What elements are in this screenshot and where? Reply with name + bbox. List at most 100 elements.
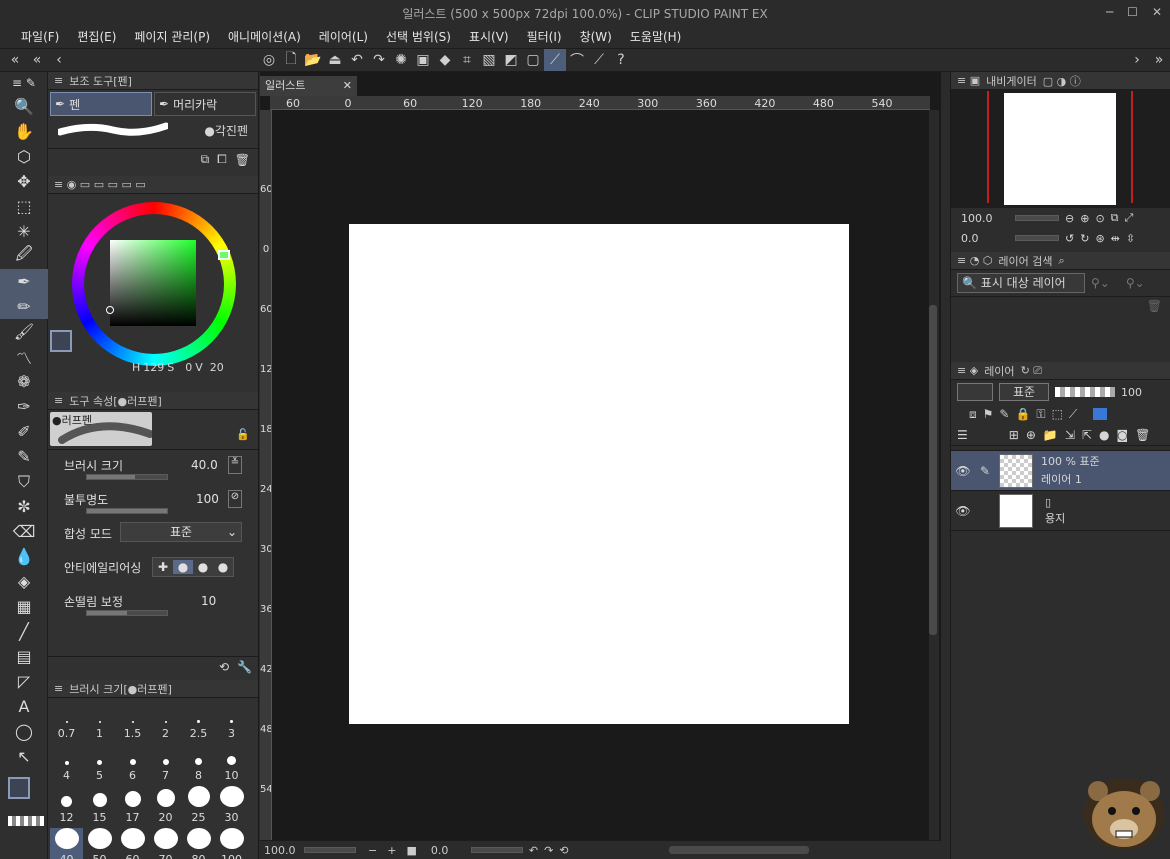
transform-icon[interactable]: ⌗ xyxy=(456,49,478,71)
sparkle-icon[interactable]: ✼ xyxy=(0,494,48,519)
marker-icon[interactable]: ✐ xyxy=(0,419,48,444)
sub-tool-tab-hair[interactable]: ✒ 머리카락 xyxy=(154,92,256,116)
horizontal-scrollbar[interactable] xyxy=(668,846,809,854)
menu-animation[interactable]: 애니메이션(A) xyxy=(219,26,310,48)
layer-opacity-slider[interactable] xyxy=(1055,387,1115,397)
collapse-right-icon[interactable]: » xyxy=(1148,49,1170,71)
edit-pen-icon[interactable]: ✎ xyxy=(975,464,995,478)
layer-palette-icon[interactable]: ☰ xyxy=(957,428,968,442)
chevron-left-icon[interactable]: ‹ xyxy=(48,49,70,71)
navigator-angle-slider[interactable] xyxy=(1015,235,1059,241)
undo-icon[interactable]: ↶ xyxy=(346,49,368,71)
drawing-canvas[interactable] xyxy=(349,224,849,724)
brush-size-cell[interactable]: 50 xyxy=(83,828,116,859)
brush-size-cell[interactable]: 7 xyxy=(149,744,182,784)
new-vector-layer-icon[interactable]: ⊕ xyxy=(1026,428,1036,442)
menu-help[interactable]: 도움말(H) xyxy=(621,26,691,48)
decoration-icon[interactable]: ❁ xyxy=(0,369,48,394)
balloon-icon[interactable]: ◯ xyxy=(0,719,48,744)
duplicate-icon[interactable]: ⧉ xyxy=(201,152,210,167)
wrench-icon[interactable]: 🔧 xyxy=(237,660,252,674)
open-file-icon[interactable]: 📂 xyxy=(302,49,324,71)
aa-weak-icon[interactable]: ● xyxy=(173,560,193,574)
snap-grid-icon[interactable]: ⟋ xyxy=(588,49,610,71)
copy-icon[interactable]: ⧠ xyxy=(217,152,227,167)
brush-size-cell[interactable]: 0.7 xyxy=(50,702,83,742)
main-color-chip[interactable] xyxy=(50,330,72,352)
fit-page-icon[interactable]: ⧉ xyxy=(1111,211,1119,225)
menu-page[interactable]: 페이지 관리(P) xyxy=(125,26,219,48)
angle-value[interactable]: 0.0 xyxy=(431,844,471,857)
aa-strong-icon[interactable]: ● xyxy=(213,560,233,574)
eraser-icon[interactable]: ⌫ xyxy=(0,519,48,544)
fill-bucket-icon[interactable]: ◈ xyxy=(0,569,48,594)
stabilization-value[interactable]: 10 xyxy=(201,594,216,608)
color-marker[interactable] xyxy=(106,306,114,314)
reference-icon[interactable]: ⚑ xyxy=(983,407,994,421)
transparent-color-swatch[interactable] xyxy=(8,816,44,826)
brush-size-cell[interactable]: 4 xyxy=(50,744,83,784)
layer-search-tab[interactable]: 레이어 검색 xyxy=(998,253,1052,269)
reset-rotation-icon[interactable]: ⟲ xyxy=(559,844,568,857)
close-tab-icon[interactable]: ✕ xyxy=(343,76,352,96)
frame-icon[interactable]: ▤ xyxy=(0,644,48,669)
rotate-left-icon[interactable]: ↺ xyxy=(1065,232,1074,245)
collapse-left-icon-2[interactable]: « xyxy=(26,49,48,71)
layer-row-selected[interactable]: 👁 ✎ 100 % 표준 레이어 1 xyxy=(951,451,1170,491)
pencil-icon[interactable]: ✏ xyxy=(0,294,48,319)
transfer-icon[interactable]: ⇲ xyxy=(1065,428,1075,442)
brush-size-cell[interactable]: 20 xyxy=(149,786,182,826)
clip-studio-icon[interactable]: ◎ xyxy=(258,49,280,71)
pen-icon[interactable]: ✒ xyxy=(0,269,48,294)
brush-size-cell[interactable]: 12 xyxy=(50,786,83,826)
invert-selection-icon[interactable]: ◩ xyxy=(500,49,522,71)
brush-size-cell-selected[interactable]: 40 xyxy=(50,828,83,859)
line-icon[interactable]: ╱ xyxy=(0,619,48,644)
reset-icon[interactable]: ⟲ xyxy=(219,660,229,674)
ruler-icon[interactable]: ◸ xyxy=(0,669,48,694)
layer-name[interactable]: 레이어 1 xyxy=(1041,471,1100,489)
stabilization-row[interactable]: 손떨림 보정 10 xyxy=(48,586,258,616)
brush-size-cell[interactable]: 15 xyxy=(83,786,116,826)
eye-icon[interactable]: 👁 xyxy=(951,504,975,518)
stamp-icon[interactable]: ⛉ xyxy=(0,469,48,494)
hand-icon[interactable]: ✋ xyxy=(0,119,48,144)
trash-icon[interactable]: 🗑 xyxy=(235,153,250,167)
new-raster-layer-icon[interactable]: ⊞ xyxy=(1009,428,1019,442)
brush-size-value[interactable]: 40.0 xyxy=(191,458,218,472)
deselect-icon[interactable]: ▧ xyxy=(478,49,500,71)
brush-size-cell[interactable]: 70 xyxy=(149,828,182,859)
snap-special-ruler-icon[interactable]: ⌒ xyxy=(566,49,588,71)
brush-size-cell[interactable]: 10 xyxy=(215,744,248,784)
airbrush-icon[interactable]: 〽 xyxy=(0,344,48,369)
blend-mode-select[interactable]: 표준 ⌄ xyxy=(120,522,242,542)
layer-opacity-value[interactable]: 100 xyxy=(1121,386,1142,399)
hue-marker[interactable] xyxy=(218,250,230,260)
water-drop-icon[interactable]: 💧 xyxy=(0,544,48,569)
aa-mid-icon[interactable]: ● xyxy=(193,560,213,574)
angle-slider[interactable] xyxy=(470,847,523,853)
trash-icon[interactable]: 🗑 xyxy=(1147,299,1162,313)
gradient-icon[interactable]: ▦ xyxy=(0,594,48,619)
menu-selection[interactable]: 선택 범위(S) xyxy=(377,26,460,48)
brush-size-cell[interactable]: 25 xyxy=(182,786,215,826)
layer-row[interactable]: 👁 ▯ 용지 xyxy=(951,491,1170,531)
navigator-zoom[interactable]: 100.0 xyxy=(961,212,1009,225)
layer-blend-select[interactable]: 표준 xyxy=(999,383,1049,401)
menu-window[interactable]: 창(W) xyxy=(571,26,621,48)
apply-mask-icon[interactable]: ◙ xyxy=(1116,428,1128,442)
brush-size-cell[interactable]: 1 xyxy=(83,702,116,742)
minimize-button[interactable]: ─ xyxy=(1106,5,1113,19)
fit-icon[interactable]: ■ xyxy=(406,844,416,857)
reset-rotation-icon[interactable]: ⊛ xyxy=(1095,232,1104,245)
main-color-swatch[interactable] xyxy=(8,777,30,799)
move-icon[interactable]: ✥ xyxy=(0,169,48,194)
text-icon[interactable]: A xyxy=(0,694,48,719)
brush-size-cell[interactable]: 80 xyxy=(182,828,215,859)
saturation-value-square[interactable] xyxy=(110,240,196,326)
layer-color-select[interactable] xyxy=(957,383,993,401)
opacity-slider[interactable] xyxy=(86,508,168,514)
zoom-in-icon[interactable]: ⊕ xyxy=(1080,212,1089,225)
brush-size-cell[interactable]: 5 xyxy=(83,744,116,784)
layer-search-select[interactable]: 🔍 표시 대상 레이어 xyxy=(957,273,1085,293)
